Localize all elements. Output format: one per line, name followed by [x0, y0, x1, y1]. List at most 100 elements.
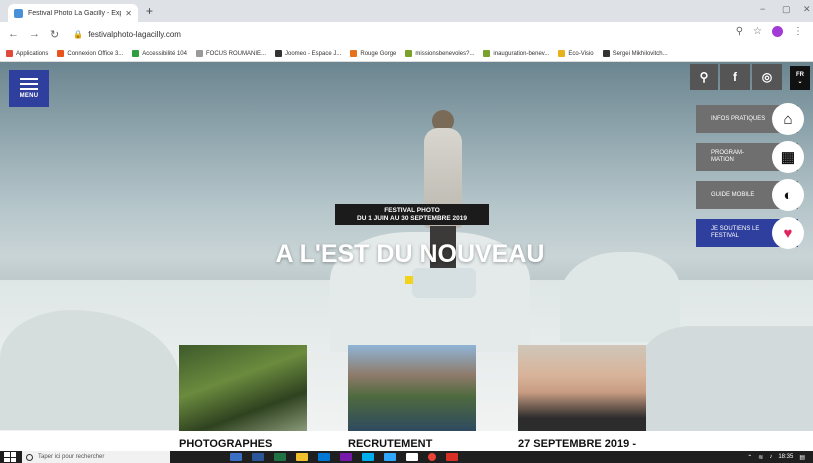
main-title: A L'EST DU NOUVEAU — [275, 240, 545, 268]
clock[interactable]: 18:35 — [778, 454, 793, 460]
bookmark-favicon-icon — [132, 50, 140, 57]
bookmark-favicon-icon — [57, 50, 65, 57]
search-icon[interactable]: ⚲ — [690, 64, 718, 90]
bookmark-item[interactable]: missionsbenevoles?... — [405, 50, 474, 57]
bookmark-item[interactable]: Accessibilité 104 — [132, 50, 187, 57]
zoom-icon[interactable]: ⚲ — [736, 26, 743, 37]
forward-arrow-icon[interactable]: → — [29, 28, 40, 40]
chevron-down-icon: ⌄ — [797, 78, 803, 85]
programmation-button[interactable]: PROGRAM-MATION ▦ — [696, 141, 804, 173]
bookmark-favicon-icon — [558, 50, 566, 57]
url-text: festivalphoto-lagacilly.com — [88, 29, 181, 39]
browser-tab[interactable]: Festival Photo La Gacilly - Expo P ✕ — [8, 4, 138, 22]
bookmark-favicon-icon — [195, 50, 203, 57]
reload-icon[interactable]: ↻ — [50, 28, 59, 41]
bookmark-label: Connexion Office 3... — [67, 50, 124, 57]
lock-icon: 🔒 — [73, 29, 84, 39]
bookmark-label: missionsbenevoles?... — [415, 50, 475, 57]
minimize-button[interactable]: − — [760, 4, 765, 14]
tab-close-icon[interactable]: ✕ — [125, 9, 132, 18]
instagram-icon[interactable]: ◎ — [752, 64, 782, 90]
browser-menu-icon[interactable]: ⋮ — [793, 26, 803, 37]
bookmark-favicon-icon — [275, 50, 282, 57]
bookmark-label: Joomeo - Espace J... — [285, 50, 342, 57]
bookmark-item[interactable]: Applications — [6, 50, 48, 57]
bookmark-favicon-icon — [6, 50, 13, 57]
bookmark-label: Applications — [16, 50, 49, 57]
address-bar: ← → ↻ 🔒 festivalphoto-lagacilly.com ⚲ ☆ … — [0, 22, 813, 46]
new-tab-button[interactable]: + — [146, 4, 153, 18]
tray-arrow-icon[interactable]: ⌃ — [747, 454, 752, 461]
infos-pratiques-label: INFOS PRATIQUES — [711, 115, 766, 122]
bookmark-favicon-icon — [483, 50, 491, 57]
volume-icon[interactable]: ♪ — [769, 454, 772, 460]
bookmark-label: Rouge Gorge — [360, 50, 397, 57]
file-explorer-icon[interactable] — [296, 453, 308, 461]
infos-pratiques-button[interactable]: INFOS PRATIQUES ⌂ — [696, 103, 804, 135]
bookmark-star-icon[interactable]: ☆ — [753, 26, 762, 37]
skype-icon[interactable] — [362, 453, 374, 461]
guide-mobile-button[interactable]: GUIDE MOBILE ◐ — [696, 179, 804, 211]
bookmark-item[interactable]: Rouge Gorge — [350, 50, 396, 57]
bookmark-item[interactable]: Joomeo - Espace J... — [275, 50, 341, 57]
browser-tab-bar: Festival Photo La Gacilly - Expo P ✕ + −… — [0, 0, 813, 22]
windows-taskbar: Taper ici pour rechercher — [0, 451, 813, 463]
bookmark-item[interactable]: FOCUS ROUMANIE... — [195, 50, 266, 57]
bookmark-label: Sergei Mikhilovitch... — [612, 50, 668, 57]
bookmark-favicon-icon — [350, 50, 358, 57]
acrobat-icon[interactable] — [446, 453, 458, 461]
screen: Festival Photo La Gacilly - Expo P ✕ + −… — [0, 0, 813, 463]
maximize-button[interactable]: ▢ — [782, 4, 791, 15]
je-soutiens-label: JE SOUTIENS LE FESTIVAL — [711, 226, 760, 239]
back-arrow-icon[interactable]: ← — [8, 28, 19, 40]
photoshop-icon[interactable] — [384, 453, 396, 461]
chrome-icon[interactable] — [428, 453, 436, 461]
onenote-icon[interactable] — [340, 453, 352, 461]
outlook-icon[interactable] — [318, 453, 330, 461]
festival-dates-box: FESTIVAL PHOTO DU 1 JUIN AU 30 SEPTEMBRE… — [335, 204, 489, 225]
close-window-button[interactable]: ✕ — [803, 4, 811, 15]
profile-avatar-icon[interactable] — [772, 26, 783, 37]
notifications-icon[interactable]: ▤ — [799, 454, 805, 461]
hamburger-icon — [20, 78, 38, 90]
card-image-photographes[interactable] — [179, 345, 307, 431]
calendar-icon: ▦ — [772, 141, 804, 173]
bookmark-label: FOCUS ROUMANIE... — [205, 50, 266, 57]
tab-title: Festival Photo La Gacilly - Expo P — [28, 9, 121, 17]
bookmark-item[interactable]: Eco-Visio — [558, 50, 594, 57]
facebook-icon[interactable]: f — [720, 64, 750, 90]
card-title-photographes[interactable]: PHOTOGRAPHES — [179, 438, 272, 450]
festival-dates: DU 1 JUIN AU 30 SEPTEMBRE 2019 — [357, 215, 467, 222]
bookmark-favicon-icon — [405, 50, 413, 57]
excel-icon[interactable] — [274, 453, 286, 461]
bookmark-label: Accessibilité 104 — [142, 50, 187, 57]
bookmark-item[interactable]: inauguration-benev... — [483, 50, 549, 57]
je-soutiens-button[interactable]: JE SOUTIENS LE FESTIVAL ♥ — [696, 217, 804, 249]
card-title-recrutement[interactable]: RECRUTEMENT — [348, 438, 432, 450]
programmation-label: PROGRAM-MATION — [711, 150, 744, 163]
ice-block-right — [560, 252, 680, 342]
taskbar-search-placeholder: Taper ici pour rechercher — [38, 454, 105, 460]
notes-icon[interactable] — [406, 453, 418, 461]
map-pin-icon: ⌂ — [772, 103, 804, 135]
wifi-icon[interactable]: ≋ — [758, 454, 763, 461]
bookmark-label: Eco-Visio — [568, 50, 594, 57]
language-selector[interactable]: FR ⌄ — [790, 66, 810, 90]
menu-label: MENU — [19, 93, 39, 99]
ice-pillar — [412, 268, 476, 298]
taskbar-search-field[interactable]: Taper ici pour rechercher — [22, 451, 170, 463]
word-icon[interactable] — [252, 453, 264, 461]
card-image-recrutement[interactable] — [348, 345, 476, 431]
menu-button[interactable]: MENU — [9, 70, 49, 107]
yellow-marker — [405, 276, 413, 284]
bookmark-item[interactable]: Connexion Office 3... — [57, 50, 123, 57]
edge-icon[interactable] — [230, 453, 242, 461]
card-title-27-septembre[interactable]: 27 SEPTEMBRE 2019 - — [518, 438, 636, 450]
card-image-27-septembre[interactable] — [518, 345, 646, 431]
festival-name: FESTIVAL PHOTO — [384, 207, 440, 214]
bookmark-label: inauguration-benev... — [493, 50, 550, 57]
windows-start-icon[interactable] — [4, 452, 16, 462]
bookmark-item[interactable]: Sergei Mikhilovitch... — [602, 50, 668, 57]
url-field[interactable]: 🔒 festivalphoto-lagacilly.com — [73, 30, 181, 39]
system-tray: ⌃ ≋ ♪ 18:35 ▤ — [747, 451, 805, 463]
